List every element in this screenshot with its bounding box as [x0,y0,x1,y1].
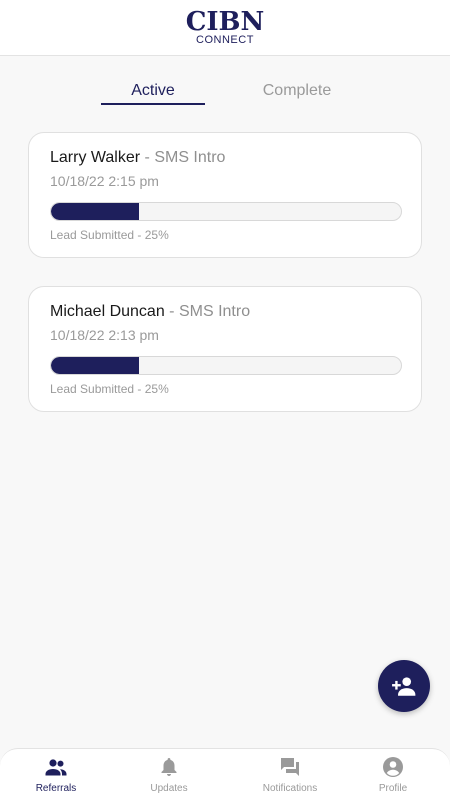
progress-bar [50,356,402,375]
nav-profile-label: Profile [378,783,408,794]
referral-date: 10/18/22 2:15 pm [50,173,159,189]
account-circle-icon [383,757,403,777]
referral-separator: - [164,303,179,320]
referral-type: SMS Intro [154,149,226,166]
nav-referrals-label: Referrals [35,783,77,794]
referral-date: 10/18/22 2:13 pm [50,327,159,343]
nav-updates-label: Updates [150,783,188,794]
referral-status: Lead Submitted - 25% [50,382,169,396]
referral-name: Michael Duncan [50,303,165,320]
chat-icon [281,758,299,776]
referral-separator: - [140,149,155,166]
bottom-navigation: Referrals Updates Notifications Profile [0,748,450,800]
referral-type: SMS Intro [178,303,251,320]
tab-complete[interactable]: Complete [245,78,349,105]
referral-title: Michael Duncan - SMS Intro [50,302,250,322]
referral-card[interactable]: Michael Duncan - SMS Intro 10/18/22 2:13… [28,286,422,412]
progress-bar [50,202,402,221]
progress-fill [51,203,139,220]
referral-tabs: Active Complete [0,78,450,108]
tab-active[interactable]: Active [101,78,205,105]
add-person-icon [392,677,416,696]
referral-title: Larry Walker - SMS Intro [50,148,225,168]
referral-status: Lead Submitted - 25% [50,228,169,242]
nav-notifications-label: Notifications [262,783,318,794]
add-referral-button[interactable] [378,660,430,712]
app-header: CIBN CONNECT [0,0,450,56]
progress-fill [51,357,139,374]
nav-notifications[interactable]: Notifications [245,755,335,799]
referral-card[interactable]: Larry Walker - SMS Intro 10/18/22 2:15 p… [28,132,422,258]
nav-profile[interactable]: Profile [348,755,438,799]
nav-updates[interactable]: Updates [124,755,214,799]
people-icon [45,759,67,776]
logo-subtitle: CONNECT [196,33,254,46]
nav-referrals[interactable]: Referrals [11,755,101,799]
bell-icon [161,758,177,776]
referral-name: Larry Walker [50,149,141,166]
logo-title: CIBN [185,6,265,37]
